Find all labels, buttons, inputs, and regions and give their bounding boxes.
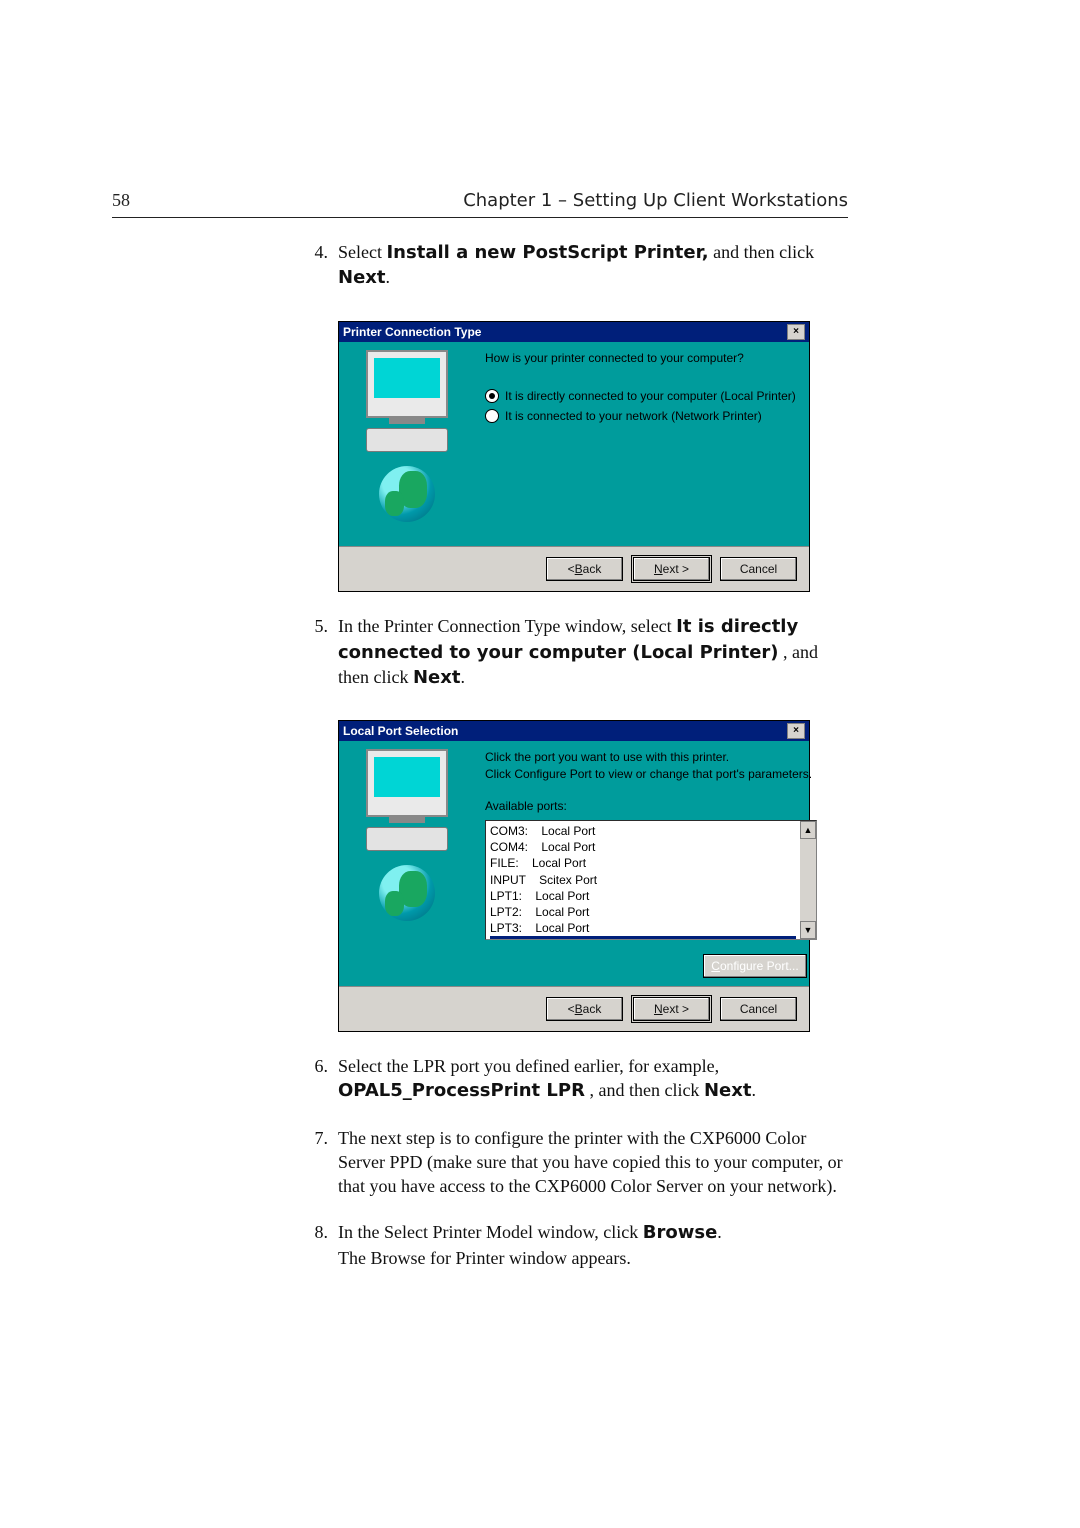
scroll-down-icon[interactable]: ▼: [800, 921, 816, 939]
step-number: 7.: [300, 1126, 338, 1199]
chapter-header: Chapter 1 – Setting Up Client Workstatio…: [463, 190, 848, 211]
dialog-printer-connection-type: Printer Connection Type ×: [338, 321, 810, 593]
radio-icon[interactable]: [485, 409, 499, 423]
step-number: 8.: [300, 1220, 338, 1270]
back-button[interactable]: < Back: [546, 997, 623, 1021]
header-rule: [112, 217, 848, 218]
radio-icon[interactable]: [485, 389, 499, 403]
step-8-text: In the Select Printer Model window, clic…: [338, 1220, 848, 1270]
close-icon[interactable]: ×: [787, 324, 805, 340]
dialog2-line2: Click Configure Port to view or change t…: [485, 766, 817, 782]
globe-icon: [379, 466, 435, 522]
page-number: 58: [112, 190, 152, 211]
dialog1-question: How is your printer connected to your co…: [485, 350, 801, 366]
wizard-art: [347, 749, 467, 978]
scrollbar[interactable]: ▲ ▼: [800, 821, 816, 939]
configure-port-button[interactable]: Configure Port...: [703, 954, 807, 978]
wizard-art: [347, 350, 467, 539]
step-5-text: In the Printer Connection Type window, s…: [338, 614, 848, 690]
step-4-text: Select Install a new PostScript Printer,…: [338, 240, 848, 291]
radio-network-printer[interactable]: It is connected to your network (Network…: [485, 408, 801, 424]
step-number: 4.: [300, 240, 338, 291]
next-button[interactable]: Next >: [633, 997, 710, 1021]
step-number: 5.: [300, 614, 338, 690]
step-6-text: Select the LPR port you defined earlier,…: [338, 1054, 848, 1104]
dialog1-title: Printer Connection Type: [343, 324, 481, 340]
cancel-button[interactable]: Cancel: [720, 557, 797, 581]
radio-local-printer[interactable]: It is directly connected to your compute…: [485, 388, 801, 404]
step-7-text: The next step is to configure the printe…: [338, 1126, 848, 1199]
available-ports-listbox[interactable]: COM3: Local Port COM4: Local Port FILE: …: [485, 820, 817, 940]
step-number: 6.: [300, 1054, 338, 1104]
dialog-local-port-selection: Local Port Selection ×: [338, 720, 810, 1032]
port-item-selected[interactable]: OPAL4:OPAL4_PROCESSPRINT: [490, 936, 796, 940]
next-button[interactable]: Next >: [633, 557, 710, 581]
cancel-button[interactable]: Cancel: [720, 997, 797, 1021]
scroll-up-icon[interactable]: ▲: [800, 821, 816, 839]
dialog2-title: Local Port Selection: [343, 723, 458, 739]
back-button[interactable]: < Back: [546, 557, 623, 581]
globe-icon: [379, 865, 435, 921]
dialog2-line1: Click the port you want to use with this…: [485, 749, 817, 765]
close-icon[interactable]: ×: [787, 723, 805, 739]
available-ports-label: Available ports:: [485, 798, 817, 814]
